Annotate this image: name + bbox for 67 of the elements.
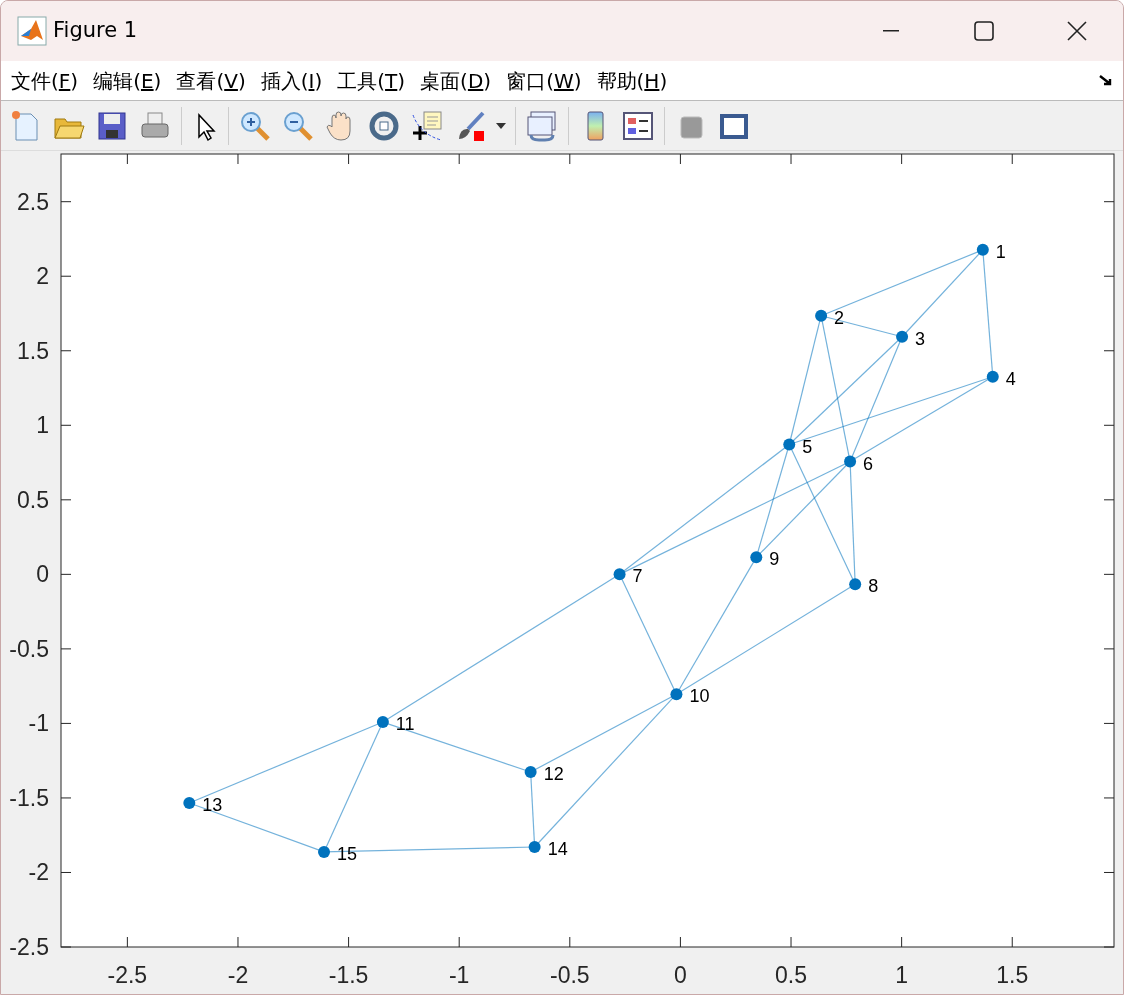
node-label: 12: [543, 764, 564, 784]
menu-item[interactable]: 窗口(W): [504, 65, 584, 96]
menu-item[interactable]: 文件(F): [9, 65, 81, 96]
tick-label: -2.5: [107, 962, 148, 988]
data-point: [183, 797, 196, 809]
data-point: [750, 551, 763, 564]
node-label: 9: [769, 549, 780, 570]
node-label: 3: [915, 328, 926, 349]
menu-item[interactable]: 插入(I): [258, 65, 325, 96]
data-point: [783, 438, 796, 451]
data-point: [524, 766, 537, 778]
node-label: 15: [337, 843, 358, 864]
tick-label: 0.5: [17, 486, 49, 513]
node-label: 5: [802, 436, 813, 457]
data-cursor-icon[interactable]: [410, 108, 444, 143]
node-label: 7: [632, 566, 643, 587]
tick-label: 1.5: [17, 337, 49, 364]
tick-label: -1.5: [9, 784, 49, 811]
menu-item[interactable]: 工具(T): [335, 65, 408, 96]
tick-label: 0.5: [775, 962, 807, 988]
dock-arrow-icon[interactable]: [1099, 74, 1113, 87]
tick-label: -2.5: [9, 934, 49, 960]
tick-label: 0: [36, 561, 49, 588]
data-point: [896, 330, 909, 343]
node-label: 8: [868, 576, 879, 597]
tick-label: 2.5: [17, 188, 49, 215]
node-label: 6: [863, 453, 874, 474]
maximize-icon: [973, 21, 994, 41]
data-point: [815, 309, 828, 322]
dropdown-caret-icon[interactable]: [496, 122, 506, 129]
node-label: 14: [547, 839, 568, 859]
tick-label: 1.5: [996, 962, 1029, 988]
tick-label: 1: [895, 962, 909, 988]
node-label: 2: [834, 307, 845, 328]
tick-label: -2: [28, 859, 49, 886]
tick-label: -1: [28, 710, 49, 737]
window-title: Figure 1: [53, 17, 138, 45]
minimize-icon: [882, 30, 899, 32]
data-point: [318, 845, 331, 858]
tick-label: -1.5: [328, 962, 369, 988]
node-label: 11: [395, 714, 415, 735]
data-point: [528, 841, 541, 853]
link-plot-icon[interactable]: [525, 108, 559, 143]
node-label: 4: [1005, 368, 1016, 389]
data-point: [849, 578, 862, 591]
node-label: 13: [202, 795, 223, 815]
menu-item[interactable]: 查看(V): [174, 65, 248, 96]
tick-label: -2: [227, 962, 249, 988]
app-logo-icon: [17, 16, 47, 46]
data-point: [986, 370, 999, 383]
data-point: [844, 455, 857, 468]
tick-label: 0: [674, 962, 687, 988]
tick-label: -0.5: [550, 962, 590, 988]
node-label: 10: [689, 686, 710, 707]
tick-label: 2: [36, 263, 49, 290]
tick-label: -0.5: [9, 635, 49, 662]
menu-item[interactable]: 编辑(E): [91, 65, 164, 96]
node-label: 1: [995, 241, 1006, 262]
menu-item[interactable]: 帮助(H): [594, 65, 670, 96]
data-point: [670, 688, 683, 701]
data-point: [613, 568, 626, 581]
close-icon: [1066, 21, 1087, 41]
menu-item[interactable]: 桌面(D): [418, 65, 494, 96]
data-point: [976, 243, 989, 256]
tick-label: -1: [448, 962, 470, 988]
tick-label: 1: [36, 412, 49, 439]
data-point: [376, 716, 389, 729]
